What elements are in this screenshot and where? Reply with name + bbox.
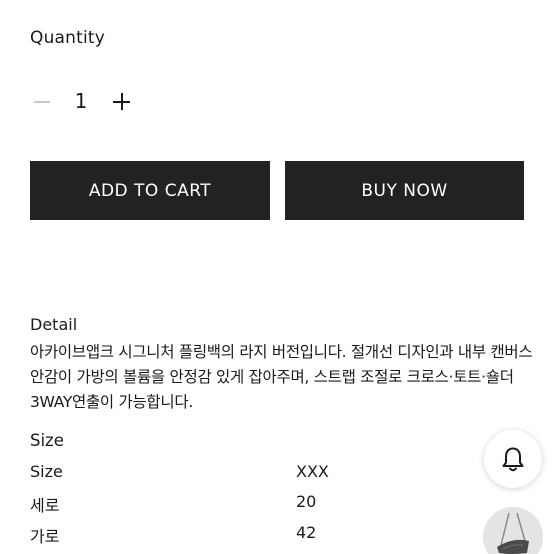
size-row-value: 42 — [296, 523, 317, 542]
size-row-key: 세로 — [30, 496, 60, 515]
size-title: Size — [30, 431, 64, 450]
detail-description: 아카이브앱크 시그니처 플링백의 라지 버전입니다. 절개선 디자인과 내부 캔… — [30, 343, 533, 411]
quantity-stepper: 1 — [30, 86, 140, 118]
size-row-value: XXX — [296, 462, 329, 481]
size-row: Size XXX — [30, 462, 430, 488]
quantity-label: Quantity — [30, 28, 106, 48]
bag-image — [483, 507, 543, 554]
size-row: 세로 20 — [30, 492, 430, 518]
plus-icon[interactable] — [110, 90, 134, 114]
product-thumbnail[interactable] — [483, 507, 543, 554]
buy-now-button[interactable]: BUY NOW — [285, 161, 524, 220]
detail-title: Detail — [30, 315, 78, 334]
size-row-key: Size — [30, 462, 63, 481]
size-row-value: 20 — [296, 492, 317, 511]
add-to-cart-button[interactable]: ADD TO CART — [30, 161, 270, 220]
notification-button[interactable] — [484, 430, 542, 488]
size-row: 가로 42 — [30, 523, 430, 549]
size-row-key: 가로 — [30, 527, 60, 546]
minus-icon[interactable] — [32, 86, 54, 118]
bell-icon — [502, 447, 524, 472]
quantity-value[interactable]: 1 — [74, 89, 88, 113]
